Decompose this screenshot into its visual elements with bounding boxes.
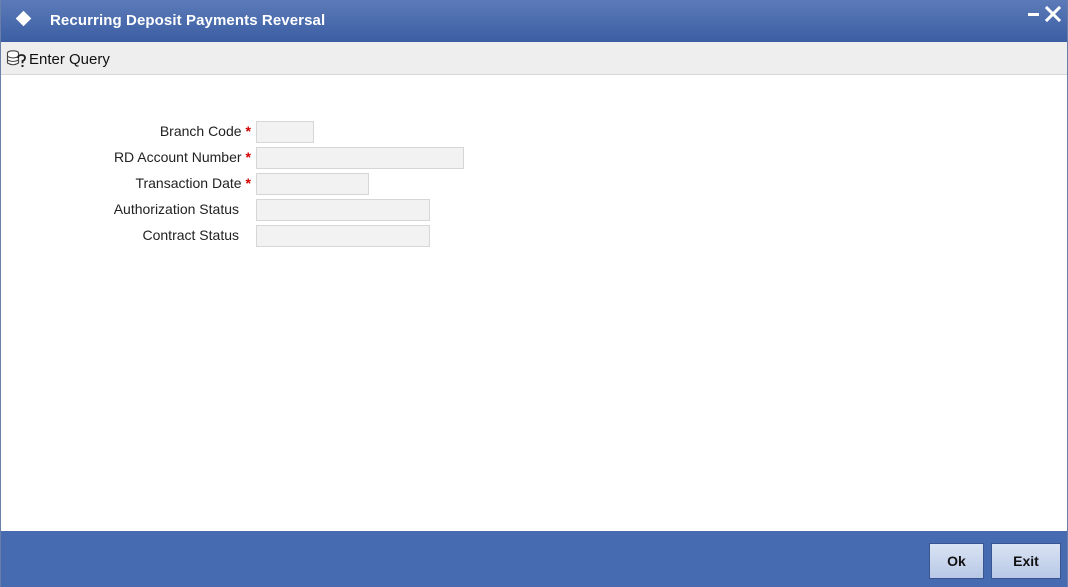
ok-button[interactable]: Ok <box>929 543 984 579</box>
title-bar[interactable]: Recurring Deposit Payments Reversal <box>1 0 1067 42</box>
rd-account-number-input[interactable] <box>256 147 464 169</box>
authorization-status-input[interactable] <box>256 199 430 221</box>
enter-query-label: Enter Query <box>29 50 110 68</box>
required-marker: * <box>245 123 251 139</box>
branch-code-label: Branch Code <box>159 123 242 139</box>
transaction-date-label: Transaction Date <box>135 175 242 191</box>
exit-button[interactable]: Exit <box>991 543 1061 579</box>
contract-status-input[interactable] <box>256 225 430 247</box>
contract-status-label: Contract Status <box>142 227 240 243</box>
rd-account-number-label: RD Account Number <box>113 149 242 165</box>
minimize-icon[interactable] <box>1028 13 1039 16</box>
branch-code-input[interactable] <box>256 121 314 143</box>
footer-bar: Ok Exit <box>1 531 1067 587</box>
required-marker: * <box>245 175 251 191</box>
authorization-status-label: Authorization Status <box>113 201 239 217</box>
diamond-icon <box>15 10 32 27</box>
close-icon[interactable] <box>1043 4 1063 24</box>
required-marker: * <box>245 149 251 165</box>
enter-query-icon <box>6 50 26 67</box>
window-title: Recurring Deposit Payments Reversal <box>50 12 326 29</box>
app-window: Recurring Deposit Payments Reversal Ente… <box>0 0 1068 587</box>
toolbar: Enter Query <box>1 42 1067 75</box>
transaction-date-input[interactable] <box>256 173 369 195</box>
enter-query-button[interactable]: Enter Query <box>6 48 110 70</box>
